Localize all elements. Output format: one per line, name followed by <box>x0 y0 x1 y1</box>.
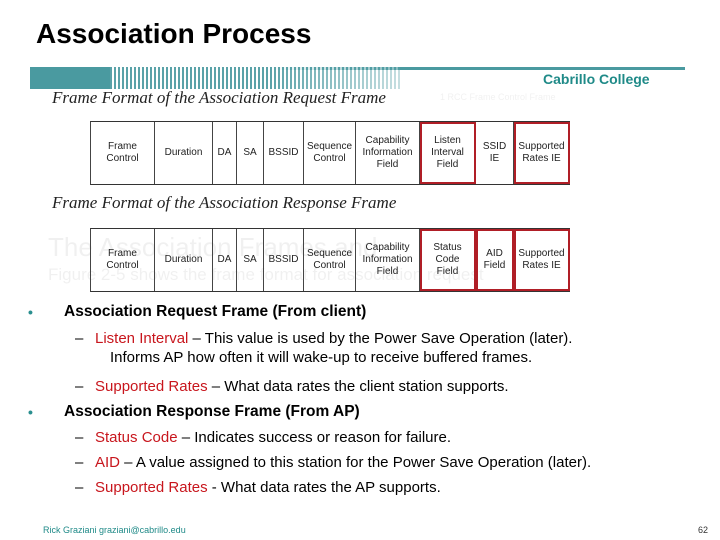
college-name: Cabrillo College <box>543 71 650 87</box>
term-listen-interval: Listen Interval <box>95 330 189 347</box>
slide-title: Association Process <box>36 18 312 49</box>
frame-field: Capability Information Field <box>356 229 420 291</box>
frame-field: DA <box>213 122 237 184</box>
frame-field: Sequence Control <box>304 229 356 291</box>
frame-field: Frame Control <box>91 229 155 291</box>
bullet-icon: • <box>28 304 33 320</box>
frame-field: Frame Control <box>91 122 155 184</box>
term-supported-rates: Supported Rates <box>95 378 208 395</box>
page-number: 62 <box>698 525 709 535</box>
term-aid: AID <box>95 454 121 471</box>
frame-field: SSID IE <box>476 122 514 184</box>
frame-field: Supported Rates IE <box>514 122 570 184</box>
frame-field: Status Code Field <box>420 229 476 291</box>
frame-field: Listen Interval Field <box>420 122 476 184</box>
bullet-icon: • <box>28 404 33 420</box>
frame-field: AID Field <box>476 229 514 291</box>
frame-field: SA <box>237 122 264 184</box>
frame-field: Sequence Control <box>304 122 356 184</box>
frame-field: Supported Rates IE <box>514 229 570 291</box>
term-supported-rates: Supported Rates <box>95 479 208 496</box>
sub-bullet-continuation: Informs AP how often it will wake-up to … <box>110 349 533 366</box>
request-frame-diagram: Frame Control Duration DA SA BSSID Sequence C… <box>90 121 570 185</box>
request-frame-caption: Frame Format of the Association Request … <box>52 88 386 107</box>
frame-field: Duration <box>155 229 213 291</box>
frame-field: DA <box>213 229 237 291</box>
response-frame-caption: Frame Format of the Association Response… <box>52 193 397 212</box>
frame-field: SA <box>237 229 264 291</box>
frame-field: BSSID <box>264 229 304 291</box>
watermark-text: 1 RCC Frame Control Frame <box>440 92 556 102</box>
footer-author: Rick Graziani graziani@cabrillo.edu <box>43 525 186 535</box>
term-status-code: Status Code <box>95 429 178 446</box>
response-frame-diagram: Frame Control Duration DA SA BSSID Sequence C… <box>90 228 570 292</box>
frame-field: BSSID <box>264 122 304 184</box>
frame-field: Duration <box>155 122 213 184</box>
frame-field: Capability Information Field <box>356 122 420 184</box>
